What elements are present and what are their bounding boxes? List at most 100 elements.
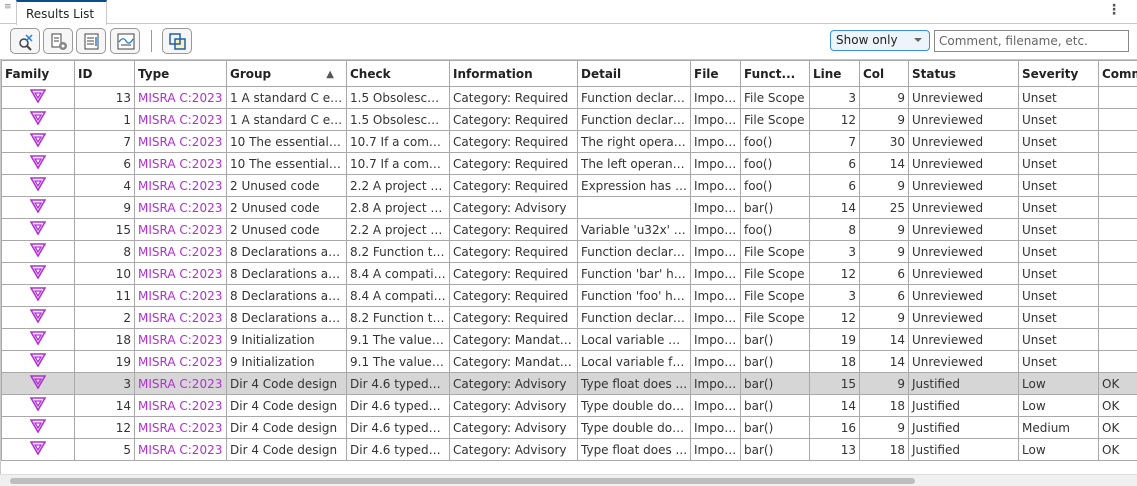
table-row[interactable]: 3 MISRA C:2023 Dir 4 Code design Dir 4.6 ty…: [1, 372, 1137, 395]
cell-type[interactable]: MISRA C:2023: [134, 152, 227, 175]
column-header-severity[interactable]: Severity: [1018, 60, 1099, 87]
cell-type[interactable]: MISRA C:2023: [134, 86, 227, 109]
table-row[interactable]: 1MISRA C:20231 A standard C envi...1.5 O…: [1, 108, 1137, 131]
cell-comment: [1098, 284, 1137, 307]
cell-status: Unreviewed: [908, 306, 1019, 329]
column-header-comm[interactable]: Comm: [1098, 60, 1137, 87]
cell-type[interactable]: MISRA C:2023: [134, 218, 227, 241]
cell-id: 10: [74, 262, 135, 285]
table-row[interactable]: 15 MISRA C:2023 2 Unused code 2.2 A project…: [1, 218, 1137, 241]
cell-info: Category: Required: [449, 108, 578, 131]
cell-check: 1.5 Obsolescent...: [346, 86, 450, 109]
column-header-label: Check: [350, 66, 391, 81]
cell-group: 8 Declarations and ...: [226, 306, 347, 329]
table-row[interactable]: 14 MISRA C:2023 Dir 4 Code design Dir 4.6 t…: [1, 394, 1137, 417]
run-settings-button[interactable]: [43, 28, 73, 54]
cell-col: 14: [859, 350, 909, 373]
cell-check: 2.8 A project sh...: [346, 196, 450, 219]
misra-family-icon: [29, 309, 47, 324]
column-header-file[interactable]: File: [690, 60, 741, 87]
cell-type[interactable]: MISRA C:2023: [134, 394, 227, 417]
cell-type[interactable]: MISRA C:2023: [134, 350, 227, 373]
horizontal-scrollbar[interactable]: [0, 474, 1137, 486]
cell-severity: Unset: [1018, 152, 1099, 175]
column-header-detail[interactable]: Detail: [577, 60, 691, 87]
cell-func: bar(): [740, 350, 810, 373]
cell-detail: Expression has no...: [577, 174, 691, 197]
tab-results-list[interactable]: Results List: [16, 0, 107, 25]
cell-type[interactable]: MISRA C:2023: [134, 130, 227, 153]
panel-grip-icon[interactable]: ≡: [4, 3, 12, 16]
cell-type[interactable]: MISRA C:2023: [134, 416, 227, 439]
cell-line: 3: [809, 86, 860, 109]
new-window-button[interactable]: [162, 28, 192, 54]
cell-type[interactable]: MISRA C:2023: [134, 284, 227, 307]
column-header-type[interactable]: Type: [134, 60, 227, 87]
cell-id: 19: [74, 350, 135, 373]
table-row[interactable]: 2 MISRA C:2023 8 Declarations and ... 8.2 F…: [1, 306, 1137, 329]
filter-results-button[interactable]: [10, 28, 40, 54]
column-header-family[interactable]: Family: [1, 60, 75, 87]
column-header-id[interactable]: ID: [74, 60, 135, 87]
cell-line: 15: [809, 372, 860, 395]
column-header-line[interactable]: Line: [809, 60, 860, 87]
table-row[interactable]: 10 MISRA C:2023 8 Declarations and ... 8.4 …: [1, 262, 1137, 285]
table-row[interactable]: 5 MISRA C:2023 Dir 4 Code design Dir 4.6 ty…: [1, 438, 1137, 461]
cell-line: 16: [809, 416, 860, 439]
table-row[interactable]: 8 MISRA C:2023 8 Declarations and ... 8.2 F…: [1, 240, 1137, 263]
column-header-check[interactable]: Check: [346, 60, 450, 87]
column-header-status[interactable]: Status: [908, 60, 1019, 87]
cell-type[interactable]: MISRA C:2023: [134, 372, 227, 395]
table-row[interactable]: 12 MISRA C:2023 Dir 4 Code design Dir 4.6 t…: [1, 416, 1137, 439]
column-header-funct[interactable]: Funct...: [740, 60, 810, 87]
cell-type[interactable]: MISRA C:2023: [134, 174, 227, 197]
table-row[interactable]: 18 MISRA C:2023 9 Initialization 9.1 The va…: [1, 328, 1137, 351]
table-row[interactable]: 6 MISRA C:2023 10 The essential ty... 10.7 …: [1, 152, 1137, 175]
cell-severity: Unset: [1018, 306, 1099, 329]
show-only-dropdown[interactable]: Show only: [830, 30, 930, 51]
table-row[interactable]: 11 MISRA C:2023 8 Declarations and ... 8.4 …: [1, 284, 1137, 307]
cell-group: Dir 4 Code design: [226, 372, 347, 395]
cell-file: Impor...: [690, 328, 741, 351]
table-row[interactable]: 4 MISRA C:2023 2 Unused code 2.2 A project …: [1, 174, 1137, 197]
chart-view-button[interactable]: [110, 28, 140, 54]
table-row[interactable]: 13MISRA C:20231 A standard C envi...1.5 …: [1, 86, 1137, 109]
cell-type[interactable]: MISRA C:2023: [134, 438, 227, 461]
column-header-group[interactable]: Group ▲: [226, 60, 347, 87]
cell-type[interactable]: MISRA C:2023: [134, 196, 227, 219]
cell-severity: Unset: [1018, 350, 1099, 373]
table-row[interactable]: 9 MISRA C:2023 2 Unused code 2.8 A project …: [1, 196, 1137, 219]
report-button[interactable]: [76, 28, 106, 54]
cell-info: Category: Required: [449, 86, 578, 109]
column-header-label: Funct...: [744, 66, 796, 81]
cell-file: Impor...: [690, 306, 741, 329]
column-header-col[interactable]: Col: [859, 60, 909, 87]
table-row[interactable]: 19 MISRA C:2023 9 Initialization 9.1 The va…: [1, 350, 1137, 373]
cell-type[interactable]: MISRA C:2023: [134, 306, 227, 329]
cell-col: 9: [859, 240, 909, 263]
cell-family: [1, 196, 75, 219]
cell-func: foo(): [740, 174, 810, 197]
cell-file: Impor...: [690, 108, 741, 131]
cell-func: File Scope: [740, 262, 810, 285]
cell-severity: Medium: [1018, 416, 1099, 439]
cell-status: Unreviewed: [908, 240, 1019, 263]
cell-type[interactable]: MISRA C:2023: [134, 240, 227, 263]
cell-type[interactable]: MISRA C:2023: [134, 328, 227, 351]
cell-type[interactable]: MISRA C:2023: [134, 262, 227, 285]
cell-family: [1, 306, 75, 329]
column-header-information[interactable]: Information: [449, 60, 578, 87]
cell-type[interactable]: MISRA C:2023: [134, 108, 227, 131]
search-input[interactable]: [934, 30, 1129, 52]
cell-line: 12: [809, 306, 860, 329]
cell-group: 10 The essential ty...: [226, 130, 347, 153]
cell-id: 2: [74, 306, 135, 329]
cell-severity: Unset: [1018, 240, 1099, 263]
cell-line: 14: [809, 394, 860, 417]
cell-status: Justified: [908, 438, 1019, 461]
scrollbar-thumb[interactable]: [10, 478, 915, 484]
cell-line: 8: [809, 218, 860, 241]
cell-col: 9: [859, 306, 909, 329]
more-options-icon[interactable]: ⋮: [1107, 3, 1121, 17]
table-row[interactable]: 7 MISRA C:2023 10 The essential ty... 10.7 …: [1, 130, 1137, 153]
